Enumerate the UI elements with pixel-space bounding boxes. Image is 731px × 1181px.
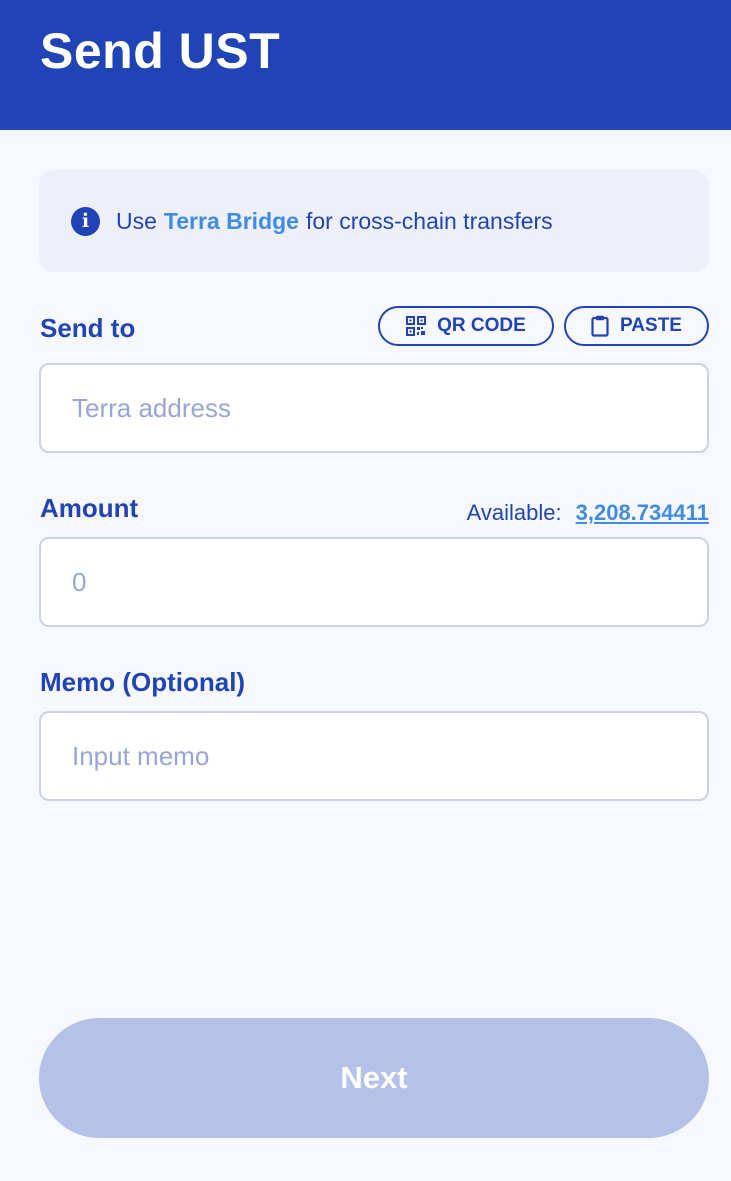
bridge-notice: i Use Terra Bridge for cross-chain trans… <box>39 170 709 272</box>
memo-label: Memo (Optional) <box>40 667 246 697</box>
next-button[interactable]: Next <box>39 1018 709 1138</box>
page-header: Send UST <box>0 0 731 130</box>
available-amount-link[interactable]: 3,208.734411 <box>576 500 709 526</box>
paste-button[interactable]: PASTE <box>564 306 709 346</box>
qr-code-label: QR CODE <box>437 315 526 336</box>
send-to-label: Send to <box>40 313 136 343</box>
amount-input[interactable] <box>39 537 709 627</box>
paste-label: PASTE <box>620 315 682 336</box>
available-label: Available: <box>466 500 562 525</box>
terra-address-input[interactable] <box>39 363 709 453</box>
notice-suffix: for cross-chain transfers <box>305 207 553 234</box>
qr-code-button[interactable]: QR CODE <box>378 306 554 346</box>
qr-code-icon <box>406 316 427 336</box>
clipboard-icon <box>591 315 609 337</box>
page-title: Send UST <box>40 23 281 79</box>
available-balance: Available: 3,208.734411 <box>467 500 709 526</box>
memo-input[interactable] <box>39 711 709 801</box>
terra-bridge-link[interactable]: Terra Bridge <box>164 208 299 235</box>
info-icon: i <box>71 206 100 236</box>
notice-prefix: Use <box>116 207 157 234</box>
amount-label: Amount <box>40 493 139 523</box>
